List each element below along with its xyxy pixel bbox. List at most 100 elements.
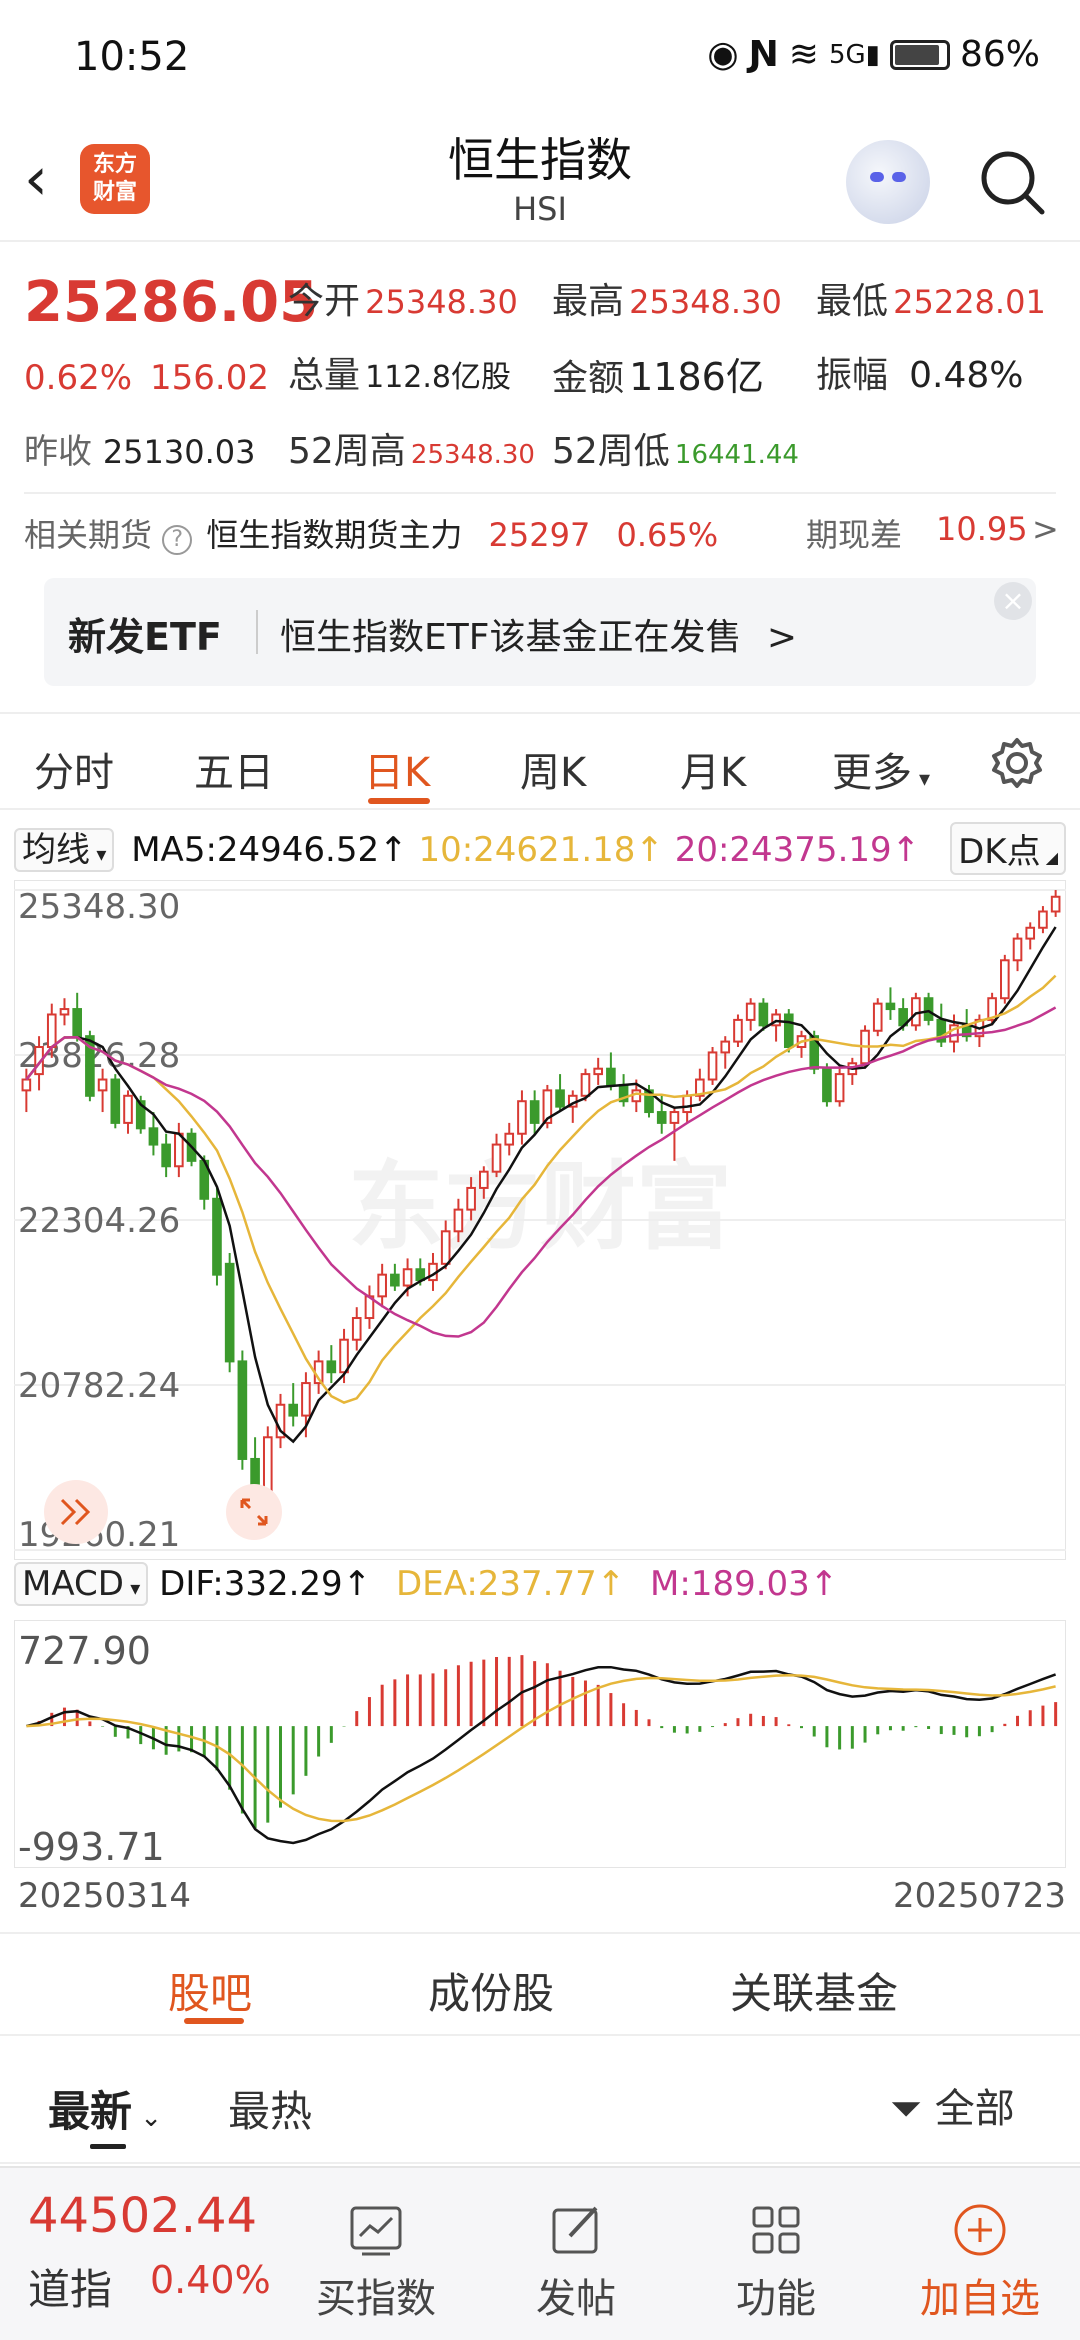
filter-all[interactable]: ⏷ 全部: [890, 2076, 1015, 2134]
dea-value: DEA:237.77↑: [396, 1564, 626, 1604]
plus-circle-icon: [954, 2204, 1006, 2256]
y-tick-label: 727.90: [18, 1629, 151, 1673]
bottom-bar: 44502.44 道指 0.40% 买指数 发帖 功能 加自选: [0, 2166, 1080, 2340]
candle: [1012, 933, 1023, 972]
y-tick-label: 20782.24: [18, 1366, 180, 1406]
y-tick-label: 22304.26: [18, 1201, 180, 1241]
candle: [174, 1122, 184, 1178]
add-watchlist-button[interactable]: 加自选: [900, 2202, 1060, 2324]
dow-name[interactable]: 道指: [28, 2256, 112, 2317]
divider: [24, 492, 1056, 494]
candle: [745, 998, 756, 1031]
close-icon[interactable]: ×: [994, 582, 1032, 620]
candle: [351, 1307, 362, 1351]
sort-latest[interactable]: 最新 ⌄: [48, 2078, 162, 2139]
grid-icon: [752, 2206, 800, 2254]
chart-icon: [350, 2206, 402, 2256]
candle: [733, 1014, 743, 1048]
candle: [1050, 890, 1061, 917]
signal-icon: 5G▮: [828, 39, 880, 70]
tab-intraday[interactable]: 分时: [34, 740, 114, 798]
assistant-robot-icon[interactable]: [846, 140, 930, 224]
candle: [326, 1345, 337, 1384]
candle: [720, 1036, 731, 1069]
low-stat: 最低 25228.01: [816, 281, 1046, 322]
tab-constituents[interactable]: 成份股: [428, 1960, 554, 2021]
tab-weekly-k[interactable]: 周K: [520, 740, 586, 798]
tab-monthly-k[interactable]: 月K: [680, 740, 746, 798]
nfc-icon: Ɲ: [748, 34, 779, 75]
watermark: 东方财富: [348, 1151, 732, 1263]
expand-icon: [226, 1484, 282, 1540]
help-icon[interactable]: ?: [162, 525, 193, 555]
battery-level: 86%: [959, 34, 1040, 75]
chevron-right-icon: >: [1032, 510, 1059, 548]
y-tick-label: 25348.30: [18, 887, 180, 927]
buy-index-button[interactable]: 买指数: [296, 2202, 456, 2324]
open-stat: 今开 25348.30: [288, 281, 518, 322]
macd-selector[interactable]: MACD ▾: [14, 1562, 149, 1606]
m-value: M:189.03↑: [650, 1564, 839, 1604]
candle: [123, 1090, 133, 1134]
candle: [390, 1263, 400, 1291]
scroll-right-icon: [44, 1480, 108, 1544]
candle: [707, 1047, 718, 1085]
header: ‹ 东方 财富 恒生指数 HSI: [0, 120, 1080, 242]
candle: [275, 1393, 286, 1449]
tab-related-funds[interactable]: 关联基金: [730, 1960, 898, 2021]
status-icons: ◉ Ɲ ≋ 5G▮ 86%: [707, 34, 1040, 75]
tab-indicator: [184, 2018, 244, 2024]
function-button[interactable]: 功能: [696, 2202, 856, 2324]
y-tick-label: -993.71: [18, 1825, 165, 1868]
dow-value[interactable]: 44502.44: [28, 2188, 257, 2244]
candle: [695, 1068, 705, 1102]
search-icon[interactable]: [978, 142, 1048, 222]
tab-five-day[interactable]: 五日: [194, 740, 274, 798]
candle: [923, 992, 934, 1026]
ma-legend: 均线 ▾ MA5:24946.52↑ 10:24621.18↑ 20:24375…: [14, 822, 1066, 875]
candle: [237, 1350, 248, 1470]
ma20-value: 20:24375.19↑: [674, 830, 921, 870]
candle: [161, 1133, 171, 1178]
candlestick-chart[interactable]: 东方财富 25348.30 23826.28 22304.26 20782.24 1926…: [13, 879, 1067, 1561]
w52-high-stat: 52周高 25348.30: [288, 431, 535, 472]
candle: [567, 1090, 578, 1123]
tab-forum[interactable]: 股吧: [168, 1960, 252, 2021]
candle: [618, 1074, 629, 1107]
candle: [936, 1003, 947, 1048]
edit-icon: [552, 2206, 598, 2254]
candle: [377, 1263, 387, 1308]
candle: [288, 1383, 299, 1427]
tab-indicator: [368, 798, 430, 804]
dk-button[interactable]: DK点 ◢: [950, 822, 1066, 875]
post-button[interactable]: 发帖: [496, 2202, 656, 2324]
period-tabs: 分时 五日 日K 周K 月K 更多 ▾: [0, 712, 1080, 810]
etf-banner[interactable]: 新发ETF 恒生指数ETF该基金正在发售 > ×: [44, 578, 1036, 686]
ma-selector[interactable]: 均线 ▾: [14, 828, 115, 872]
candle: [110, 1074, 121, 1129]
macd-chart[interactable]: 727.90 -993.71: [13, 1619, 1067, 1869]
tab-more[interactable]: 更多 ▾: [832, 740, 930, 798]
ma10-value: 10:24621.18↑: [418, 830, 664, 870]
status-bar: 10:52 ◉ Ɲ ≋ 5G▮ 86%: [0, 0, 1080, 120]
candle: [555, 1074, 565, 1113]
filter-icon: ⏷: [890, 2086, 922, 2132]
candle: [783, 1009, 794, 1053]
candle: [771, 1009, 781, 1042]
candle: [847, 1057, 858, 1085]
related-futures-row[interactable]: 相关期货 ? 恒生指数期货主力 25297 0.65% 期现差 10.95 >: [24, 510, 1059, 560]
candle: [224, 1252, 235, 1373]
candle: [212, 1187, 222, 1286]
candle: [1038, 906, 1048, 934]
gear-icon[interactable]: [990, 736, 1044, 794]
macd-legend: MACD ▾ DIF:332.29↑ DEA:237.77↑ M:189.03↑: [14, 1562, 1066, 1616]
w52-low-stat: 52周低 16441.44: [552, 431, 799, 472]
candle: [1025, 922, 1036, 950]
sort-hot[interactable]: 最热: [228, 2078, 312, 2139]
dow-pct[interactable]: 0.40%: [150, 2258, 271, 2302]
candle: [834, 1068, 845, 1107]
etf-tag: 新发ETF: [68, 615, 222, 659]
volume-stat: 总量 112.8亿股: [288, 355, 511, 396]
amplitude-stat: 振幅 0.48%: [816, 355, 1024, 396]
tab-daily-k[interactable]: 日K: [364, 740, 430, 798]
